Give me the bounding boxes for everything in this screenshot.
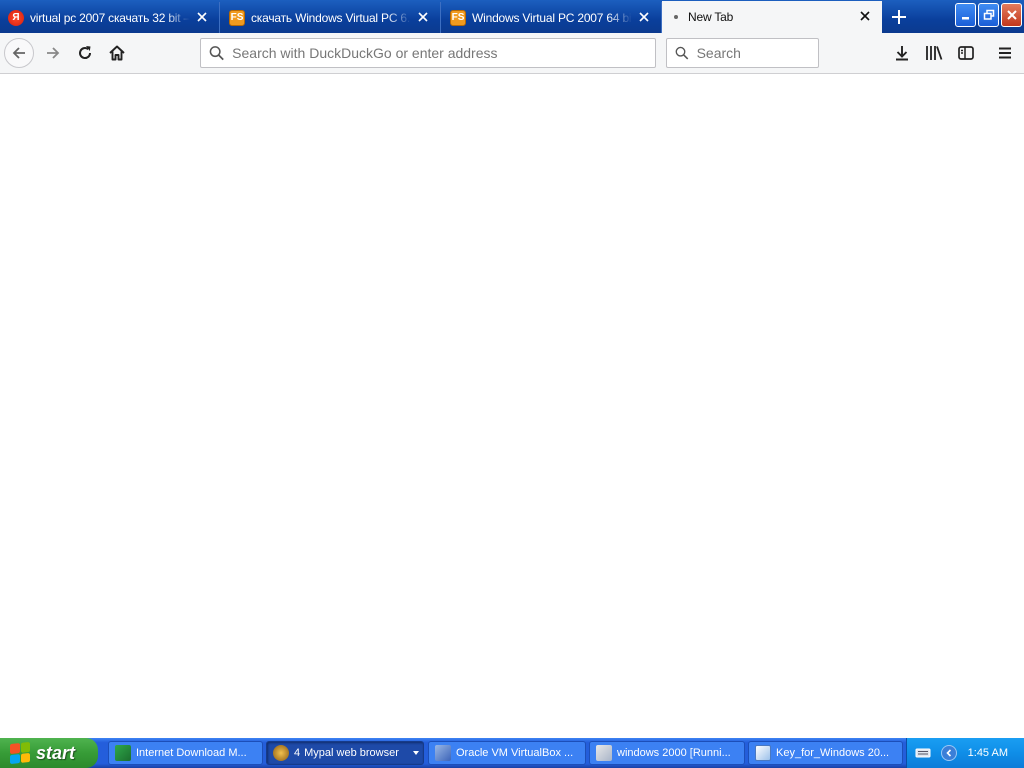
taskbar-item-label: Internet Download M... — [136, 747, 247, 759]
library-button[interactable] — [919, 38, 949, 68]
minimize-button[interactable] — [955, 3, 976, 27]
search-input[interactable] — [696, 45, 818, 61]
search-icon — [675, 46, 689, 60]
tab-title: Windows Virtual PC 2007 64 bit скачать — [472, 10, 632, 25]
search-bar[interactable] — [666, 38, 819, 68]
tab-new-tab[interactable]: New Tab — [662, 1, 882, 33]
tab-1[interactable]: Я virtual pc 2007 скачать 32 bit — Я — [0, 2, 220, 33]
tab-3[interactable]: FS Windows Virtual PC 2007 64 bit скачат… — [442, 2, 662, 33]
taskbar-item-label: Oracle VM VirtualBox ... — [456, 747, 574, 759]
sidebar-icon — [958, 46, 974, 60]
forward-button[interactable] — [38, 38, 68, 68]
library-icon — [926, 46, 943, 60]
navigation-toolbar — [0, 33, 1024, 74]
windows-logo-icon — [10, 741, 30, 765]
back-button[interactable] — [4, 38, 34, 68]
taskbar-item-label: windows 2000 [Runni... — [617, 747, 731, 759]
search-icon — [209, 46, 224, 61]
system-tray: 1:45 AM — [906, 738, 1024, 768]
taskbar-item-document[interactable]: Key_for_Windows 20... — [748, 741, 903, 765]
reload-icon — [79, 46, 92, 59]
tab-2[interactable]: FS скачать Windows Virtual PC 6.1 — S — [221, 2, 441, 33]
taskbar-item-mypal[interactable]: 4 Mypal web browser — [266, 741, 424, 765]
close-icon[interactable] — [858, 9, 872, 23]
window-count: 4 — [294, 747, 301, 759]
mypal-icon — [273, 745, 289, 761]
fs-icon: FS — [229, 9, 245, 26]
home-button[interactable] — [102, 38, 132, 68]
taskbar-item-label: Key_for_Windows 20... — [776, 747, 890, 759]
minimize-icon — [961, 17, 969, 20]
restore-icon — [983, 9, 994, 20]
taskbar: start Internet Download M... 4 Mypal web… — [0, 738, 1024, 768]
keyboard-icon[interactable] — [915, 746, 931, 760]
tab-strip: Я virtual pc 2007 скачать 32 bit — Я FS … — [0, 0, 1024, 33]
taskbar-item-idm[interactable]: Internet Download M... — [108, 741, 263, 765]
taskbar-item-label: Mypal web browser — [304, 747, 399, 759]
tab-title: virtual pc 2007 скачать 32 bit — Я — [30, 10, 190, 25]
yandex-icon: Я — [8, 9, 24, 26]
downloads-button[interactable] — [887, 38, 917, 68]
clock[interactable]: 1:45 AM — [968, 747, 1008, 759]
close-icon — [1006, 10, 1017, 20]
fs-icon: FS — [450, 9, 466, 26]
page-content — [0, 74, 1024, 738]
idm-icon — [115, 745, 131, 761]
window-close-button[interactable] — [1001, 3, 1022, 27]
new-tab-button[interactable] — [886, 5, 912, 29]
address-bar[interactable] — [200, 38, 656, 68]
download-icon — [896, 46, 908, 61]
back-arrow-icon — [12, 47, 25, 59]
reload-button[interactable] — [70, 38, 100, 68]
close-icon[interactable] — [416, 10, 430, 24]
restore-button[interactable] — [978, 3, 999, 27]
close-icon[interactable] — [637, 10, 651, 24]
tab-title: New Tab — [688, 10, 734, 24]
tab-title: скачать Windows Virtual PC 6.1 — S — [251, 10, 411, 25]
taskbar-item-virtualbox[interactable]: Oracle VM VirtualBox ... — [428, 741, 586, 765]
vm-window-icon — [596, 745, 612, 761]
hamburger-menu-icon — [999, 47, 1011, 59]
show-hidden-icons-button[interactable] — [941, 745, 957, 761]
close-icon[interactable] — [195, 10, 209, 24]
start-label: start — [36, 742, 76, 763]
start-button[interactable]: start — [0, 738, 98, 768]
taskbar-item-windows2000[interactable]: windows 2000 [Runni... — [589, 741, 745, 765]
document-icon — [755, 745, 771, 761]
sidebar-button[interactable] — [951, 38, 981, 68]
virtualbox-icon — [435, 745, 451, 761]
menu-button[interactable] — [990, 38, 1020, 68]
chevron-left-icon — [946, 749, 952, 757]
home-icon — [109, 45, 125, 61]
chevron-down-icon — [413, 751, 419, 755]
forward-arrow-icon — [47, 47, 60, 59]
tab-dot-icon — [674, 15, 678, 19]
url-input[interactable] — [232, 45, 655, 61]
